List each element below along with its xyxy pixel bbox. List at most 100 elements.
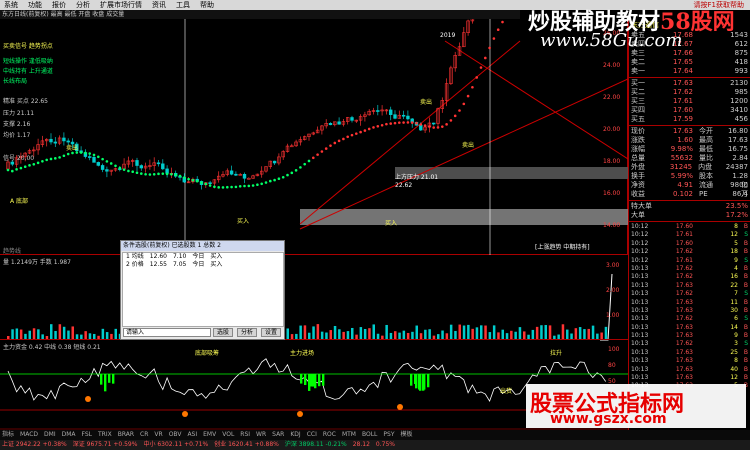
ma-dot <box>380 123 384 127</box>
indicator-tab[interactable]: FSL <box>82 431 93 438</box>
ma-dot <box>71 151 74 155</box>
menu-item[interactable]: 工具 <box>172 0 196 10</box>
indicator-tab[interactable]: 指标 <box>2 431 14 438</box>
tick-side: S <box>744 256 748 264</box>
indicator-tab[interactable]: RSI <box>240 431 250 438</box>
ma-dot <box>410 121 414 124</box>
analyze-button[interactable]: 分析 <box>237 328 257 337</box>
tick-price: 17.63 <box>675 281 693 289</box>
tick-side: B <box>743 332 748 340</box>
indicator-tab[interactable]: VOL <box>222 431 234 438</box>
settings-button[interactable]: 设置 <box>261 328 281 337</box>
ma-dot <box>277 177 281 181</box>
ma-dot <box>466 94 470 98</box>
bid-book: 买一 17.63 2130 买二 17.62 985 买三 17.61 1200 买四 17.60 3… <box>629 79 750 124</box>
ma-dot <box>217 186 220 189</box>
ma-dot <box>303 162 307 166</box>
tick-row: 10:12 17.62 18 B <box>629 248 750 256</box>
indicator-tab[interactable]: DMI <box>44 431 56 438</box>
ma-dot <box>385 122 388 126</box>
ma-dot <box>97 155 100 159</box>
menu-item[interactable]: 系统 <box>0 0 24 10</box>
indicator-tab[interactable]: VR <box>154 431 162 438</box>
tick-time: 10:13 <box>631 357 649 365</box>
indicator-tab[interactable]: TRIX <box>98 431 112 438</box>
stats-label: 今开 <box>699 127 713 135</box>
ma-dot <box>415 121 418 125</box>
result-row[interactable]: 2 价格 12.55 7.05 今日 买入 <box>123 261 283 269</box>
indicator-tab[interactable]: WR <box>256 431 266 438</box>
tick-price: 17.63 <box>675 306 693 314</box>
ma-dot <box>329 144 332 147</box>
stock-screener-dialog[interactable]: 条件选股(前复权) 已选股数 1 总数 2 1 均线 12.60 7.10 今日… <box>120 240 285 340</box>
y-tick-label: 16.00 <box>603 190 621 197</box>
tick-list[interactable]: 10:12 17.60 8 B 10:12 17.61 12 S 10:12 17.60 5 B 10:… <box>629 223 750 391</box>
menu-item[interactable]: 扩展市场行情 <box>96 0 148 10</box>
select-button[interactable]: 选股 <box>213 328 233 337</box>
result-list[interactable]: 1 均线 12.60 7.10 今日 买入 2 价格 12.55 7.05 今日… <box>122 252 284 327</box>
indicator-tab[interactable]: MTM <box>342 431 356 438</box>
ma-dot <box>342 137 345 141</box>
ma-dot <box>6 168 10 172</box>
tick-volume: 5 <box>734 239 738 247</box>
quote-price: 17.59 <box>672 115 693 123</box>
ma-dot <box>264 181 268 184</box>
tick-side: S <box>744 231 748 239</box>
indicator-tab[interactable]: KDJ <box>290 431 300 438</box>
indicator-tab[interactable]: OBV <box>169 431 182 438</box>
ma-dot <box>122 168 126 171</box>
tick-row: 10:12 17.61 12 S <box>629 231 750 239</box>
indicator-tab[interactable]: CR <box>140 431 148 438</box>
stats-value: 9.98% <box>670 145 693 153</box>
menu-item[interactable]: 报价 <box>48 0 72 10</box>
tick-price: 17.62 <box>675 264 693 272</box>
tick-time: 10:13 <box>631 365 649 373</box>
menu-item[interactable]: 分析 <box>72 0 96 10</box>
quote-volume: 456 <box>734 115 748 123</box>
indicator-tab[interactable]: DMA <box>62 431 76 438</box>
ma-dot <box>11 169 14 173</box>
indicator-tab[interactable]: ROC <box>323 431 336 438</box>
dialog-input[interactable]: 请输入 <box>123 328 211 337</box>
ma-dot <box>359 130 362 134</box>
indicator-tab[interactable]: EMV <box>203 431 216 438</box>
ma-dot <box>445 123 448 126</box>
status-item: 深证 9675.71 +0.59% <box>72 441 138 448</box>
indicator-tab[interactable]: ASI <box>187 431 197 438</box>
tick-time: 10:13 <box>631 323 649 331</box>
tick-side: B <box>743 306 748 314</box>
resistance-label: 压力 21.11 <box>3 110 35 117</box>
indicator-tab[interactable]: BRAR <box>118 431 134 438</box>
quote-label: 卖一 <box>631 67 645 75</box>
stats-value: 9800万 <box>730 181 748 198</box>
ma-dot <box>234 185 238 189</box>
tick-volume: 22 <box>730 281 738 289</box>
volume-panel[interactable]: 量 1.2149万 手数 1.987 <box>0 255 628 340</box>
indicator-tab[interactable]: SAR <box>272 431 284 438</box>
tick-row: 10:13 17.63 40 B <box>629 366 750 374</box>
candle-body <box>66 140 70 143</box>
result-row[interactable]: 1 均线 12.60 7.10 今日 买入 <box>123 253 283 261</box>
indicator-tab[interactable]: CCI <box>307 431 317 438</box>
indicator-tab[interactable]: PSY <box>383 431 394 438</box>
tick-volume: 25 <box>730 348 738 356</box>
ma-dot <box>109 162 113 165</box>
stats-row: 总量 55632 量比 2.84 <box>629 154 750 163</box>
indicator-tab[interactable]: 模板 <box>400 431 412 438</box>
indicator-tab[interactable]: BOLL <box>362 431 377 438</box>
buy-signal-1: 买入 <box>237 218 250 225</box>
indicator-tab[interactable]: MACD <box>20 431 38 438</box>
quote-price: 17.61 <box>672 97 693 105</box>
tick-volume: 7 <box>734 290 738 298</box>
ma-dot <box>105 160 109 163</box>
menu-item[interactable]: 功能 <box>24 0 48 10</box>
flow-row: 特大单 23.5% <box>629 202 750 211</box>
menu-item[interactable]: 帮助 <box>196 0 220 10</box>
menu-item[interactable]: 资讯 <box>148 0 172 10</box>
ma-dot <box>230 185 233 189</box>
tick-time: 10:13 <box>631 315 649 323</box>
tick-price: 17.62 <box>675 273 693 281</box>
quote-label: 卖二 <box>631 58 645 66</box>
stats-row: 现价 17.63 今开 16.80 <box>629 127 750 136</box>
tick-row: 10:13 17.63 8 B <box>629 357 750 365</box>
